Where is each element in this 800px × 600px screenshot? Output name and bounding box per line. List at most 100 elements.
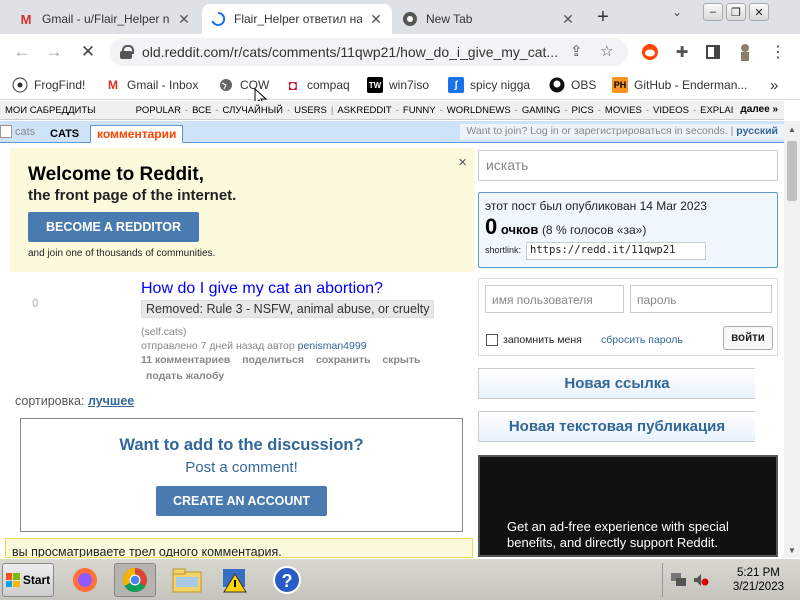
tab-label: New Tab bbox=[426, 12, 473, 26]
tab-gmail[interactable]: M Gmail - u/Flair_Helper n ✕ bbox=[10, 4, 200, 34]
bookmark-gmail-inbox[interactable]: M Gmail - Inbox bbox=[105, 76, 198, 94]
bookmark-frogfind[interactable]: FrogFind! bbox=[12, 76, 85, 94]
scroll-up-icon[interactable]: ▲ bbox=[784, 121, 800, 137]
help-icon[interactable]: ? bbox=[266, 563, 308, 597]
post-domain[interactable]: (self.cats) bbox=[141, 326, 187, 338]
login-button[interactable]: войти bbox=[723, 326, 773, 350]
bookmarks-more-button[interactable]: » bbox=[770, 76, 778, 94]
bookmark-label: win7iso bbox=[389, 78, 430, 92]
bookmark-github[interactable]: PH GitHub - Enderman... bbox=[612, 76, 747, 94]
restore-button[interactable]: ❐ bbox=[726, 3, 746, 21]
tab-search-icon[interactable]: ⌄ bbox=[672, 2, 682, 22]
close-window-button[interactable]: ✕ bbox=[749, 3, 769, 21]
premium-ad[interactable]: Get an ad-free experience with special b… bbox=[478, 455, 778, 557]
loading-icon bbox=[210, 11, 226, 27]
posted-date: этот пост был опубликован 14 Mar 2023 bbox=[485, 199, 707, 213]
author-link[interactable]: penisman4999 bbox=[298, 340, 367, 352]
tab-new-tab[interactable]: New Tab ✕ bbox=[394, 4, 584, 34]
bookmark-win7iso[interactable]: TW win7iso bbox=[367, 76, 429, 94]
password-field[interactable]: пароль bbox=[630, 285, 772, 313]
new-tab-button[interactable]: + bbox=[592, 6, 614, 28]
srbar-link[interactable]: askreddit bbox=[334, 105, 394, 116]
profile-avatar[interactable] bbox=[735, 42, 755, 62]
sort-dropdown[interactable]: лучшее bbox=[88, 394, 134, 408]
start-button[interactable]: Start bbox=[2, 563, 54, 597]
address-bar[interactable]: old.reddit.com/r/cats/comments/11qwp21/h… bbox=[110, 38, 628, 66]
create-account-button[interactable]: CREATE AN ACCOUNT bbox=[156, 486, 327, 516]
forward-button[interactable]: → bbox=[42, 40, 66, 64]
chrome-taskbar-icon[interactable] bbox=[114, 563, 156, 597]
tab-comments[interactable]: комментарии bbox=[90, 125, 184, 143]
submit-link-button[interactable]: Новая ссылка bbox=[478, 368, 755, 399]
save-link[interactable]: сохранить bbox=[316, 354, 370, 366]
srbar-link[interactable]: pics bbox=[569, 105, 597, 116]
srbar-more-link[interactable]: далее » bbox=[734, 101, 784, 119]
post-flair: Removed: Rule 3 - NSFW, animal abuse, or… bbox=[141, 300, 435, 318]
language-link[interactable]: русский bbox=[736, 125, 778, 137]
bookmark-compaq[interactable]: ◘ compaq bbox=[285, 76, 350, 94]
bookmark-star-icon[interactable]: ☆ bbox=[600, 42, 613, 60]
back-button[interactable]: ← bbox=[10, 40, 34, 64]
join-text[interactable]: Want to join? Log in or зарегистрировать… bbox=[466, 125, 727, 137]
hide-link[interactable]: скрыть bbox=[382, 354, 420, 366]
close-icon[interactable]: ✕ bbox=[176, 11, 192, 27]
close-icon[interactable]: ✕ bbox=[560, 11, 576, 27]
srbar-link[interactable]: случайный bbox=[220, 105, 286, 116]
tab-flair-helper[interactable]: Flair_Helper ответил на ✕ bbox=[202, 4, 392, 34]
page-scrollbar[interactable]: ▲ ▼ bbox=[784, 121, 800, 558]
close-icon[interactable]: × bbox=[458, 154, 467, 171]
side-panel-icon[interactable] bbox=[703, 42, 723, 62]
system-tray: 5:21 PM 3/21/2023 bbox=[662, 563, 798, 597]
volume-muted-icon[interactable] bbox=[693, 573, 709, 590]
bookmark-spicy[interactable]: ʃ spicy nigga bbox=[448, 76, 530, 94]
srbar-link[interactable]: users bbox=[291, 105, 330, 116]
srbar-link[interactable]: popular bbox=[133, 105, 184, 116]
scrollbar-thumb[interactable] bbox=[787, 141, 797, 201]
remember-me-checkbox[interactable] bbox=[486, 334, 498, 346]
remember-me-label[interactable]: запомнить меня bbox=[503, 334, 582, 346]
lock-icon[interactable] bbox=[120, 45, 134, 59]
network-icon[interactable] bbox=[671, 573, 687, 590]
srbar-link[interactable]: funny bbox=[400, 105, 439, 116]
discussion-box: Want to add to the discussion? Post a co… bbox=[20, 418, 463, 532]
extensions-puzzle-icon[interactable]: ✚ bbox=[672, 42, 692, 62]
srbar-link[interactable]: worldnews bbox=[444, 105, 514, 116]
srbar-link[interactable]: movies bbox=[602, 105, 645, 116]
post-title-link[interactable]: How do I give my cat an abortion? bbox=[141, 280, 383, 298]
score-word: очков bbox=[500, 222, 539, 237]
subreddit-name[interactable]: cats bbox=[50, 128, 79, 140]
file-explorer-icon[interactable] bbox=[166, 563, 208, 597]
reddit-extension-icon[interactable] bbox=[640, 42, 660, 62]
share-icon[interactable]: ⇪ bbox=[570, 42, 583, 60]
srbar-link[interactable]: videos bbox=[650, 105, 692, 116]
minimize-button[interactable]: – bbox=[703, 3, 723, 21]
bookmark-obs[interactable]: OBS bbox=[549, 76, 596, 94]
srbar-link[interactable]: все bbox=[189, 105, 214, 116]
chrome-icon bbox=[402, 11, 418, 27]
report-link[interactable]: подать жалобу bbox=[146, 370, 224, 382]
scroll-down-icon[interactable]: ▼ bbox=[784, 542, 800, 558]
firefox-icon[interactable] bbox=[64, 563, 106, 597]
clock[interactable]: 5:21 PM 3/21/2023 bbox=[733, 566, 784, 594]
security-alert-icon[interactable] bbox=[214, 563, 256, 597]
srbar-link[interactable]: gaming bbox=[519, 105, 564, 116]
bookmark-label: compaq bbox=[307, 78, 350, 92]
menu-kebab-icon[interactable]: ⋮ bbox=[768, 42, 788, 62]
welcome-title: Welcome to Reddit, bbox=[28, 164, 204, 185]
my-subreddits-dropdown[interactable]: мои сабреддиты bbox=[0, 105, 99, 116]
username-field[interactable]: имя пользователя bbox=[485, 285, 624, 313]
ph-icon: PH bbox=[612, 77, 628, 93]
globe-icon bbox=[218, 77, 234, 93]
welcome-subtitle: the front page of the internet. bbox=[28, 187, 237, 204]
become-redditor-button[interactable]: BECOME A REDDITOR bbox=[28, 212, 199, 242]
win7iso-icon: TW bbox=[367, 77, 383, 93]
subreddit-logo[interactable]: cats bbox=[0, 125, 35, 138]
comments-link[interactable]: 11 комментариев bbox=[141, 354, 230, 366]
reset-password-link[interactable]: сбросить пароль bbox=[601, 334, 683, 346]
search-input[interactable]: искать bbox=[478, 150, 778, 181]
share-link[interactable]: поделиться bbox=[242, 354, 304, 366]
submit-text-button[interactable]: Новая текстовая публикация bbox=[478, 411, 755, 442]
close-icon[interactable]: ✕ bbox=[368, 11, 384, 27]
stop-button[interactable]: ✕ bbox=[76, 40, 100, 64]
shortlink-input[interactable]: https://redd.it/11qwp21 bbox=[526, 242, 706, 260]
